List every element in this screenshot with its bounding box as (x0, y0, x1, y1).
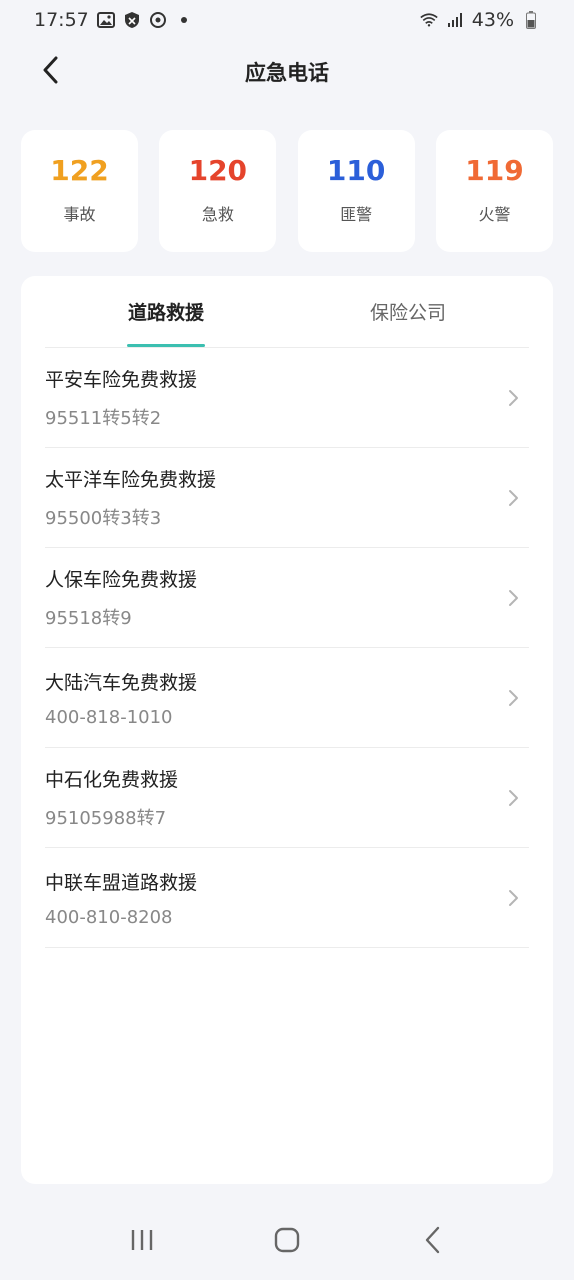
list-item-phone: 95511转5转2 (45, 408, 162, 429)
chevron-right-icon (501, 786, 525, 810)
list-item[interactable]: 太平洋车险免费救援 95500转3转3 (45, 448, 529, 548)
chevron-right-icon (501, 686, 525, 710)
list-item-phone: 95518转9 (45, 608, 132, 629)
emergency-card-122[interactable]: 122 事故 (21, 130, 138, 252)
recent-apps-icon (129, 1228, 155, 1256)
list-item-title: 人保车险免费救援 (45, 569, 198, 591)
tab-bar: 道路救援 保险公司 (45, 276, 529, 348)
chevron-left-icon (41, 56, 59, 88)
status-right: 43% (420, 9, 540, 31)
list-item-text: 大陆汽车免费救援 400-818-1010 (45, 668, 197, 728)
chevron-right-icon (501, 586, 525, 610)
emergency-number: 110 (326, 154, 386, 187)
emergency-label: 火警 (478, 205, 511, 224)
tab-road-rescue[interactable]: 道路救援 (45, 276, 287, 347)
page-title: 应急电话 (245, 61, 329, 85)
list-item[interactable]: 人保车险免费救援 95518转9 (45, 548, 529, 648)
list-item-text: 人保车险免费救援 95518转9 (45, 565, 197, 630)
emergency-label: 事故 (63, 205, 96, 224)
list-item-phone: 400-818-1010 (45, 706, 173, 728)
notification-dot (180, 17, 187, 23)
emergency-number: 119 (465, 154, 524, 187)
emergency-label: 急救 (201, 205, 234, 224)
list-item-title: 太平洋车险免费救援 (45, 469, 217, 491)
list-item-phone: 95500转3转3 (45, 508, 162, 529)
chevron-right-icon (501, 886, 525, 910)
list-item-title: 中石化免费救援 (45, 769, 179, 791)
battery-percent: 43% (471, 9, 514, 31)
list-item[interactable]: 大陆汽车免费救援 400-818-1010 (45, 648, 529, 748)
home-button[interactable] (263, 1218, 311, 1266)
emergency-card-120[interactable]: 120 急救 (159, 130, 277, 252)
list-item-text: 中联车盟道路救援 400-810-8208 (45, 868, 197, 928)
shield-icon (123, 11, 141, 29)
emergency-label: 匪警 (340, 205, 373, 224)
battery-icon (522, 11, 540, 29)
list-item-phone: 400-810-8208 (45, 906, 173, 928)
sync-icon (149, 11, 167, 29)
signal-icon (446, 11, 464, 29)
nav-back-button[interactable] (408, 1218, 456, 1266)
list-item[interactable]: 中联车盟道路救援 400-810-8208 (45, 848, 529, 948)
image-icon (96, 11, 115, 29)
wifi-icon (420, 11, 438, 29)
back-icon (423, 1226, 441, 1258)
tab-insurance-company[interactable]: 保险公司 (287, 276, 529, 347)
list-item-text: 中石化免费救援 95105988转7 (45, 765, 178, 830)
status-bar: 17:57 43% (0, 0, 574, 40)
recent-apps-button[interactable] (118, 1218, 166, 1266)
list-item[interactable]: 中石化免费救援 95105988转7 (45, 748, 529, 848)
back-button[interactable] (30, 52, 70, 92)
list-item-phone: 95105988转7 (45, 808, 167, 829)
chevron-right-icon (501, 386, 525, 410)
status-left: 17:57 (34, 9, 187, 31)
list-item-text: 平安车险免费救援 95511转5转2 (45, 365, 197, 430)
status-time: 17:57 (34, 9, 89, 31)
emergency-number: 122 (50, 154, 109, 187)
list-item-title: 大陆汽车免费救援 (45, 671, 198, 694)
rescue-list: 平安车险免费救援 95511转5转2 太平洋车险免费救援 95500转3转3 人保车险免… (45, 348, 529, 948)
list-item[interactable]: 平安车险免费救援 95511转5转2 (45, 348, 529, 448)
emergency-card-119[interactable]: 119 火警 (435, 130, 553, 252)
emergency-number: 120 (188, 154, 248, 187)
list-item-title: 中联车盟道路救援 (45, 871, 198, 894)
emergency-card-110[interactable]: 110 匪警 (297, 130, 415, 252)
home-icon (274, 1227, 300, 1257)
emergency-cards: 122 事故 120 急救 110 匪警 119 火警 (21, 130, 553, 252)
rescue-panel: 道路救援 保险公司 平安车险免费救援 95511转5转2 太平洋车险免费救援 95500… (21, 276, 553, 1184)
chevron-right-icon (501, 486, 525, 510)
header: 应急电话 (0, 44, 574, 100)
list-item-text: 太平洋车险免费救援 95500转3转3 (45, 465, 216, 530)
list-item-title: 平安车险免费救援 (45, 369, 198, 391)
system-nav-bar (0, 1204, 574, 1280)
